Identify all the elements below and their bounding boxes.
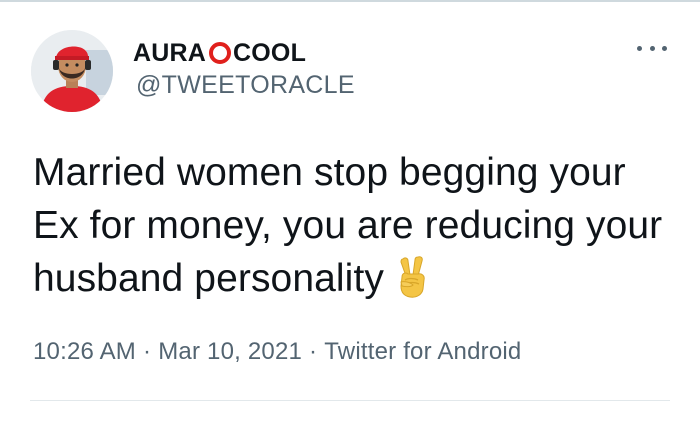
tweet-meta: 10:26 AM · Mar 10, 2021 · Twitter for Androi… (33, 338, 521, 366)
author-name[interactable]: AURA COOL (133, 36, 306, 70)
tweet-text-content: Married women stop begging your Ex for m… (33, 151, 663, 300)
tweet-time[interactable]: 10:26 AM (33, 338, 136, 365)
meta-separator: · (309, 338, 318, 365)
tweet-date[interactable]: Mar 10, 2021 (158, 338, 302, 365)
more-dot (649, 45, 655, 51)
more-dot (662, 45, 667, 51)
divider (30, 400, 670, 401)
author-handle[interactable]: @TWEETORACLE (136, 71, 355, 100)
more-dot (637, 45, 642, 51)
author-name-part2: COOL (233, 38, 307, 67)
meta-separator: · (143, 338, 152, 365)
tweet-source[interactable]: Twitter for Android (324, 338, 521, 365)
avatar-image (31, 30, 113, 112)
author-name-part1: AURA (133, 38, 207, 67)
tweet-text: Married women stop begging your Ex for m… (33, 146, 673, 305)
more-options-icon[interactable] (637, 38, 667, 58)
ring-icon (209, 42, 232, 64)
avatar[interactable] (31, 30, 113, 112)
victory-hand-emoji-icon (400, 256, 425, 298)
tweet-card: AURA COOL @TWEETORACLE Married women sto… (0, 0, 700, 423)
